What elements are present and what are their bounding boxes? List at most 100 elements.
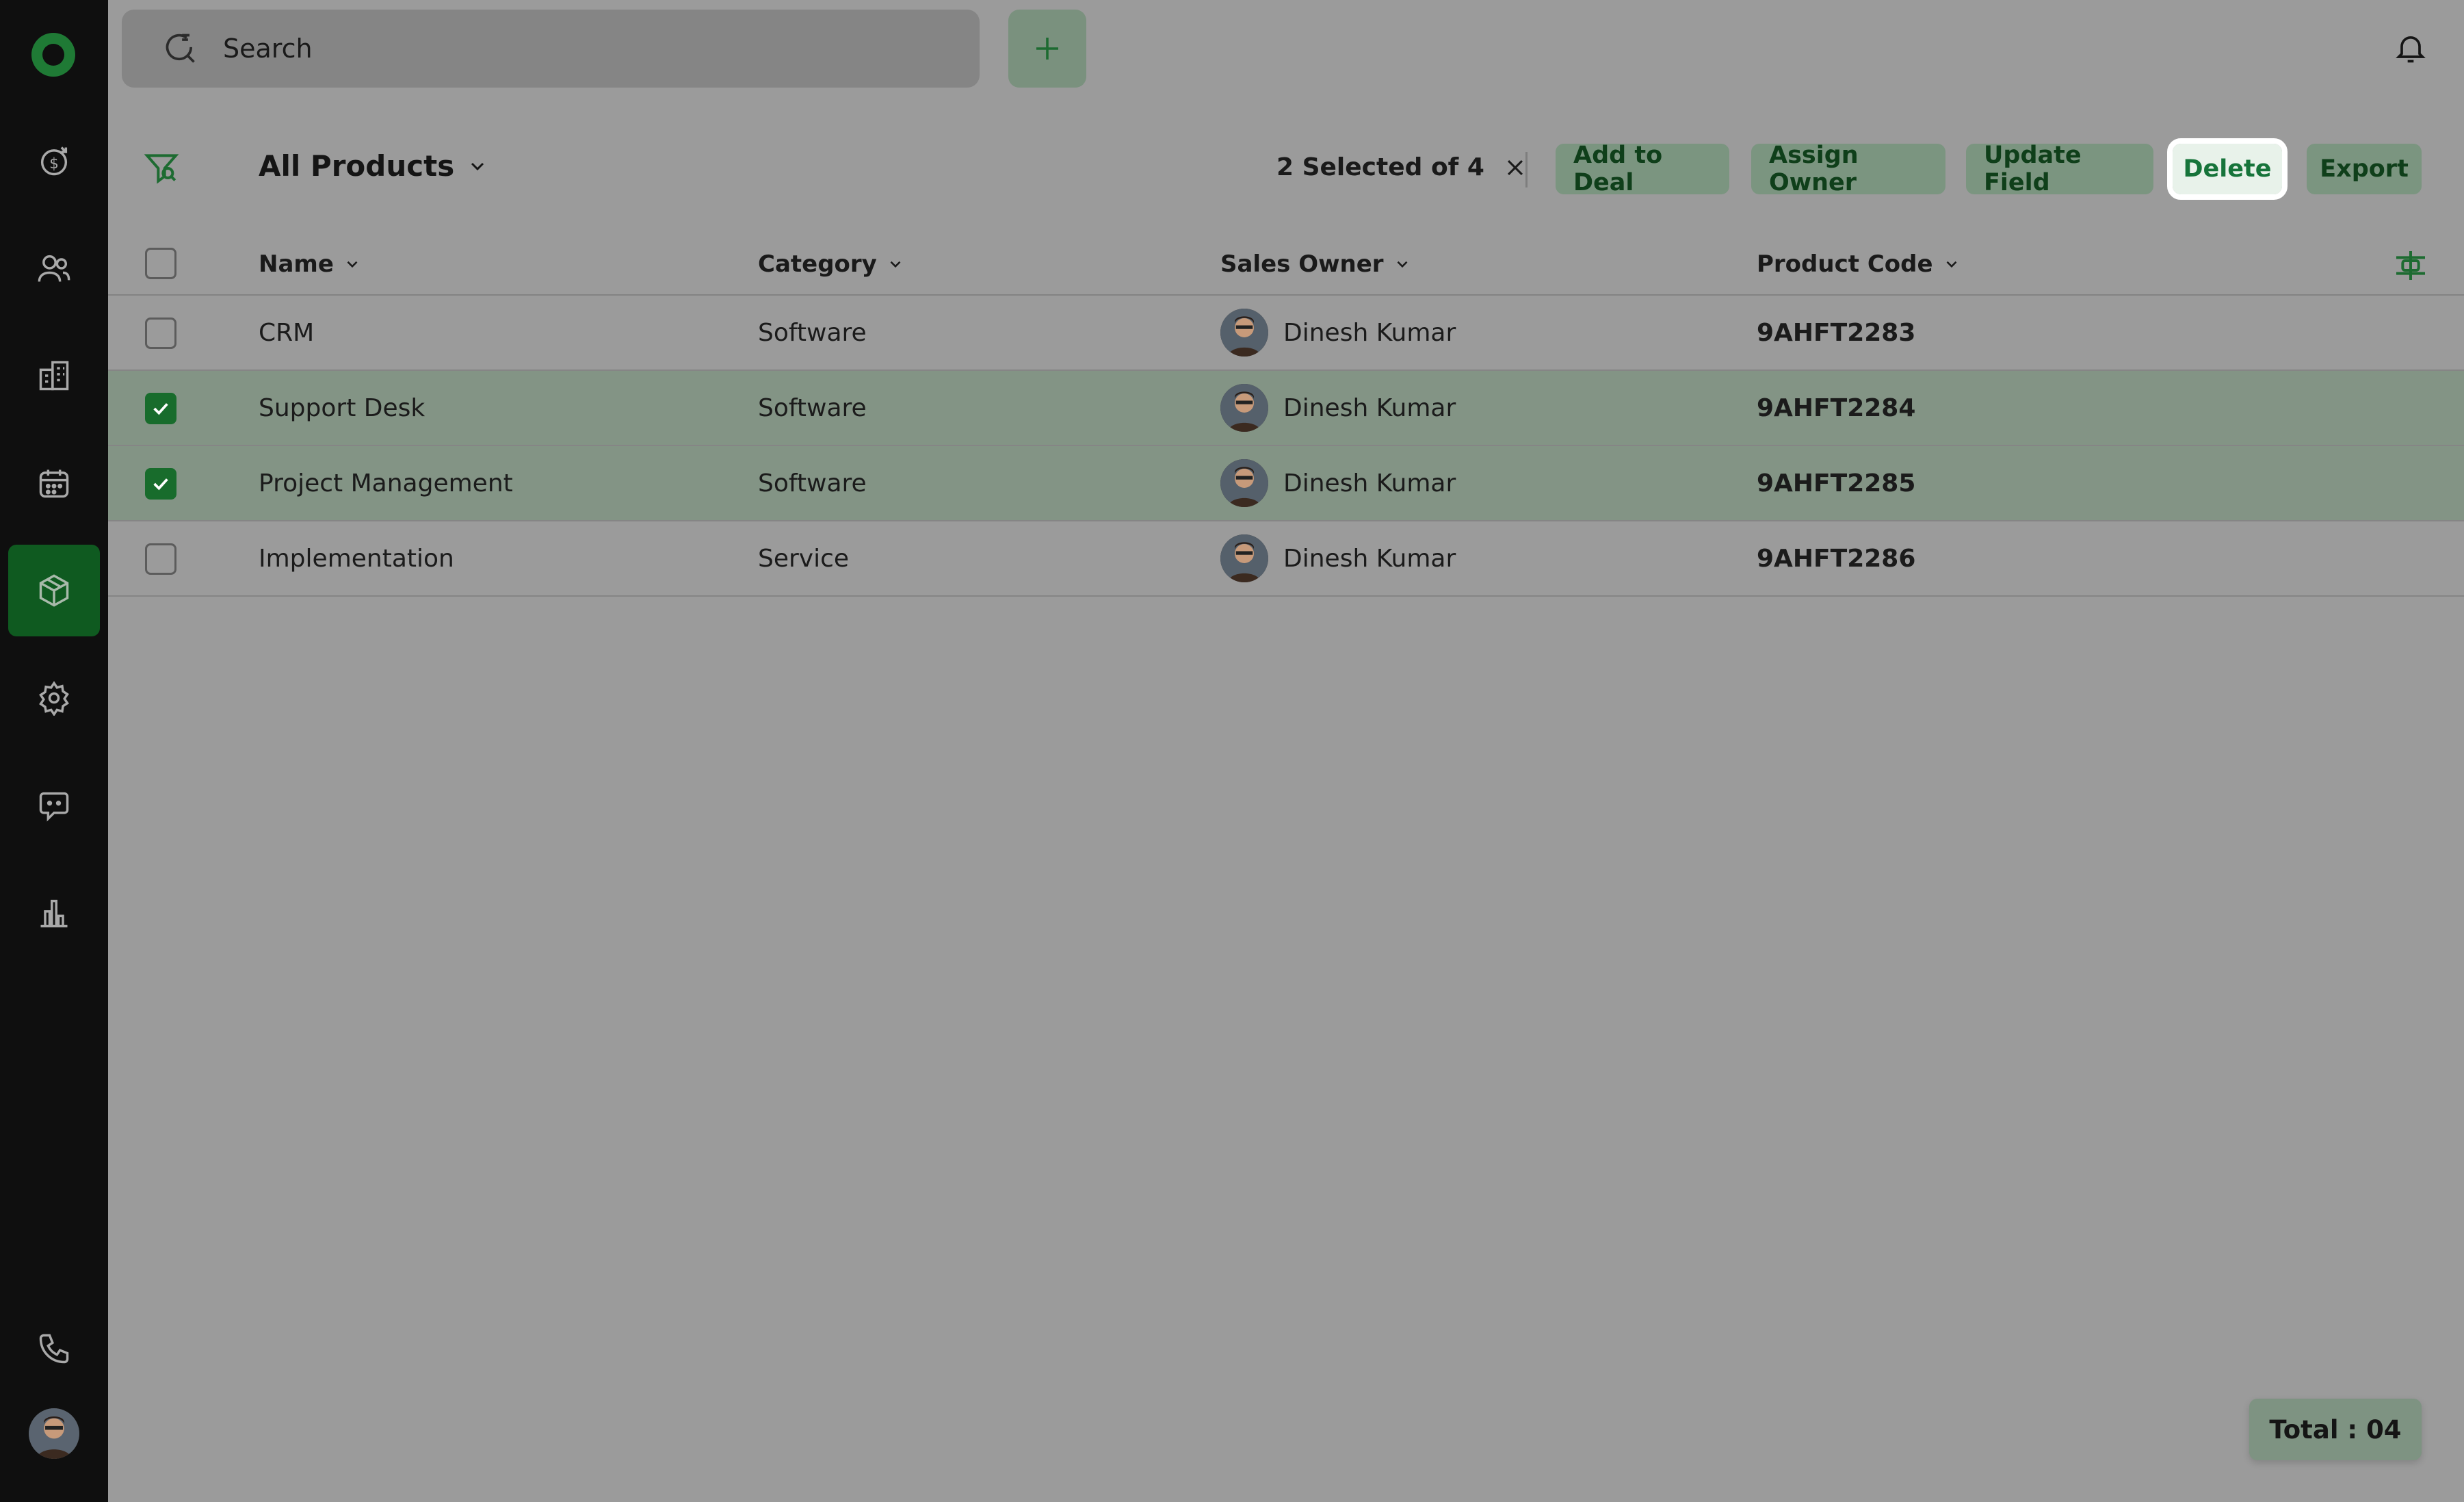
owner-avatar bbox=[1220, 384, 1268, 432]
row-checkbox[interactable] bbox=[145, 543, 176, 575]
cell-sales-owner-text: Dinesh Kumar bbox=[1283, 393, 1456, 422]
column-header-sales-owner[interactable]: Sales Owner bbox=[1220, 250, 1411, 278]
sidebar-item-chat[interactable] bbox=[8, 760, 100, 851]
table-row[interactable]: Support Desk Software Dinesh Kumar 9AHFT228… bbox=[108, 371, 2464, 446]
column-header-product-code[interactable]: Product Code bbox=[1757, 250, 1961, 278]
cell-product-code: 9AHFT2285 bbox=[1757, 446, 1915, 520]
cell-product-code-text: 9AHFT2285 bbox=[1757, 469, 1916, 497]
selection-summary: 2 Selected of 4 bbox=[1276, 153, 1527, 181]
cell-product-code-text: 9AHFT2283 bbox=[1757, 318, 1916, 347]
sidebar-item-calendar[interactable] bbox=[8, 437, 100, 529]
row-checkbox[interactable] bbox=[145, 393, 176, 424]
settings-icon bbox=[39, 681, 69, 716]
cell-category: Service bbox=[758, 521, 849, 595]
cell-category-text: Software bbox=[758, 469, 867, 497]
cell-name-text: Implementation bbox=[259, 544, 454, 573]
owner-avatar bbox=[1220, 459, 1268, 507]
column-label: Name bbox=[259, 250, 334, 278]
column-label: Sales Owner bbox=[1220, 250, 1384, 278]
view-selector[interactable]: All Products bbox=[259, 149, 488, 183]
column-settings-icon[interactable] bbox=[2391, 246, 2430, 285]
search-icon bbox=[166, 34, 195, 63]
cell-product-code: 9AHFT2286 bbox=[1757, 521, 1915, 595]
sidebar: $ bbox=[0, 0, 108, 1502]
cell-name-text: Support Desk bbox=[259, 393, 425, 422]
cell-sales-owner: Dinesh Kumar bbox=[1220, 296, 1456, 370]
column-label: Product Code bbox=[1757, 250, 1933, 278]
search-bar[interactable]: Search bbox=[122, 10, 980, 88]
notification-bell-icon[interactable] bbox=[2393, 30, 2428, 66]
sidebar-item-contacts[interactable] bbox=[8, 222, 100, 314]
cell-name: Project Management bbox=[259, 446, 513, 520]
sidebar-item-companies[interactable] bbox=[8, 330, 100, 422]
column-header-category[interactable]: Category bbox=[758, 250, 904, 278]
cell-category-text: Software bbox=[758, 318, 867, 347]
column-header-name[interactable]: Name bbox=[259, 250, 361, 278]
sidebar-item-reports[interactable] bbox=[8, 867, 100, 959]
add-to-deal-button[interactable]: Add to Deal bbox=[1556, 142, 1729, 196]
table-row[interactable]: CRM Software Dinesh Kumar 9AHFT2283 bbox=[108, 296, 2464, 371]
products-icon bbox=[39, 574, 69, 607]
sidebar-item-settings[interactable] bbox=[8, 652, 100, 744]
plus-icon bbox=[1036, 38, 1058, 60]
clear-selection-icon[interactable] bbox=[1504, 156, 1527, 179]
companies-icon bbox=[39, 361, 69, 391]
row-checkbox[interactable] bbox=[145, 468, 176, 500]
total-count-badge: Total : 04 bbox=[2249, 1399, 2422, 1460]
reports-icon bbox=[40, 899, 68, 928]
check-icon bbox=[153, 478, 168, 491]
owner-avatar bbox=[1220, 534, 1268, 582]
cell-name-text: Project Management bbox=[259, 469, 513, 497]
cell-sales-owner-text: Dinesh Kumar bbox=[1283, 318, 1456, 347]
update-field-button[interactable]: Update Field bbox=[1966, 142, 2153, 196]
cell-sales-owner-text: Dinesh Kumar bbox=[1283, 544, 1456, 573]
selection-count: 2 Selected of 4 bbox=[1276, 153, 1484, 181]
user-avatar[interactable] bbox=[29, 1408, 79, 1459]
owner-avatar bbox=[1220, 309, 1268, 357]
chevron-down-icon bbox=[471, 162, 484, 170]
sidebar-item-deals[interactable]: $ bbox=[8, 115, 100, 207]
view-title: All Products bbox=[259, 149, 455, 183]
cell-product-code: 9AHFT2283 bbox=[1757, 296, 1915, 370]
delete-button[interactable]: Delete bbox=[2167, 138, 2288, 200]
export-button[interactable]: Export bbox=[2307, 144, 2422, 194]
assign-owner-button[interactable]: Assign Owner bbox=[1751, 142, 1945, 196]
cell-sales-owner-text: Dinesh Kumar bbox=[1283, 469, 1456, 497]
cell-category: Software bbox=[758, 296, 867, 370]
table-row[interactable]: Project Management Software Dinesh Kumar 9A… bbox=[108, 446, 2464, 521]
chevron-down-icon bbox=[890, 261, 901, 268]
select-all-checkbox[interactable] bbox=[145, 248, 176, 279]
table-header: Name Category Sales Owner Product Code bbox=[108, 233, 2464, 296]
search-input[interactable]: Search bbox=[223, 34, 313, 64]
phone-icon bbox=[39, 1334, 69, 1364]
cell-category-text: Software bbox=[758, 393, 867, 422]
add-button[interactable] bbox=[1008, 10, 1086, 88]
chevron-down-icon bbox=[1946, 261, 1956, 268]
calendar-icon bbox=[39, 469, 69, 498]
row-checkbox[interactable] bbox=[145, 318, 176, 349]
table-row[interactable]: Implementation Service Dinesh Kumar 9AHFT22… bbox=[108, 521, 2464, 597]
cell-name: Implementation bbox=[259, 521, 454, 595]
sidebar-item-products[interactable] bbox=[8, 545, 100, 636]
cell-category: Software bbox=[758, 446, 867, 520]
cell-name-text: CRM bbox=[259, 318, 315, 347]
cell-product-code: 9AHFT2284 bbox=[1757, 371, 1915, 445]
cell-category-text: Service bbox=[758, 544, 850, 573]
app-root: $ Search All Products 2 Selected of 4 Ad… bbox=[0, 0, 2464, 1502]
cell-product-code-text: 9AHFT2286 bbox=[1757, 544, 1916, 573]
chevron-down-icon bbox=[1397, 261, 1407, 268]
cell-sales-owner: Dinesh Kumar bbox=[1220, 521, 1456, 595]
cell-sales-owner: Dinesh Kumar bbox=[1220, 371, 1456, 445]
cell-sales-owner: Dinesh Kumar bbox=[1220, 446, 1456, 520]
column-label: Category bbox=[758, 250, 877, 278]
filter-icon[interactable] bbox=[142, 149, 181, 187]
sidebar-item-phone[interactable] bbox=[8, 1303, 100, 1395]
deals-icon: $ bbox=[40, 146, 68, 176]
app-logo[interactable] bbox=[31, 33, 75, 77]
chat-icon bbox=[39, 792, 69, 822]
cell-name: CRM bbox=[259, 296, 314, 370]
check-icon bbox=[153, 403, 168, 415]
contacts-icon bbox=[38, 255, 70, 282]
cell-category: Software bbox=[758, 371, 867, 445]
toolbar-divider bbox=[1525, 152, 1528, 187]
